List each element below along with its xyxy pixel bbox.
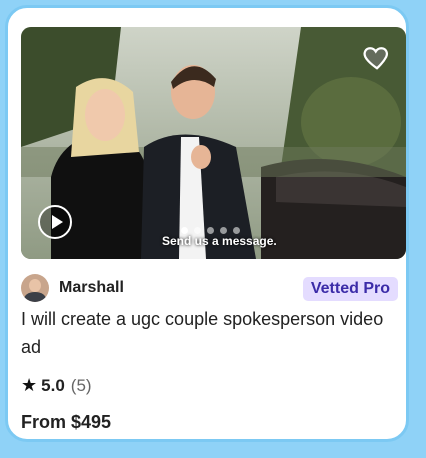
- carousel-dot[interactable]: [181, 227, 188, 234]
- seller-name[interactable]: Marshall: [59, 279, 124, 297]
- heart-icon[interactable]: [362, 42, 392, 72]
- video-frame-image: [21, 27, 406, 259]
- carousel-dot[interactable]: [194, 227, 201, 234]
- carousel-dot[interactable]: [220, 227, 227, 234]
- seller-info[interactable]: Marshall: [21, 274, 124, 302]
- avatar[interactable]: [21, 274, 49, 302]
- vetted-pro-badge: Vetted Pro: [302, 277, 398, 301]
- gig-card[interactable]: Send us a message. Marshall Vetted Pro I…: [5, 5, 409, 442]
- price: From $495: [21, 412, 112, 432]
- rating-value: 5.0: [41, 375, 65, 395]
- carousel-dot[interactable]: [207, 227, 214, 234]
- rating-count: (5): [70, 375, 92, 395]
- gig-video-thumbnail[interactable]: Send us a message.: [21, 27, 406, 259]
- video-caption: Send us a message.: [162, 234, 277, 248]
- star-icon: ★: [21, 375, 38, 395]
- carousel-dots: [181, 227, 240, 234]
- rating: ★ 5.0 (5): [21, 375, 92, 396]
- gig-title[interactable]: I will create a ugc couple spokesperson …: [21, 305, 401, 361]
- carousel-dot[interactable]: [233, 227, 240, 234]
- play-icon[interactable]: [38, 205, 72, 239]
